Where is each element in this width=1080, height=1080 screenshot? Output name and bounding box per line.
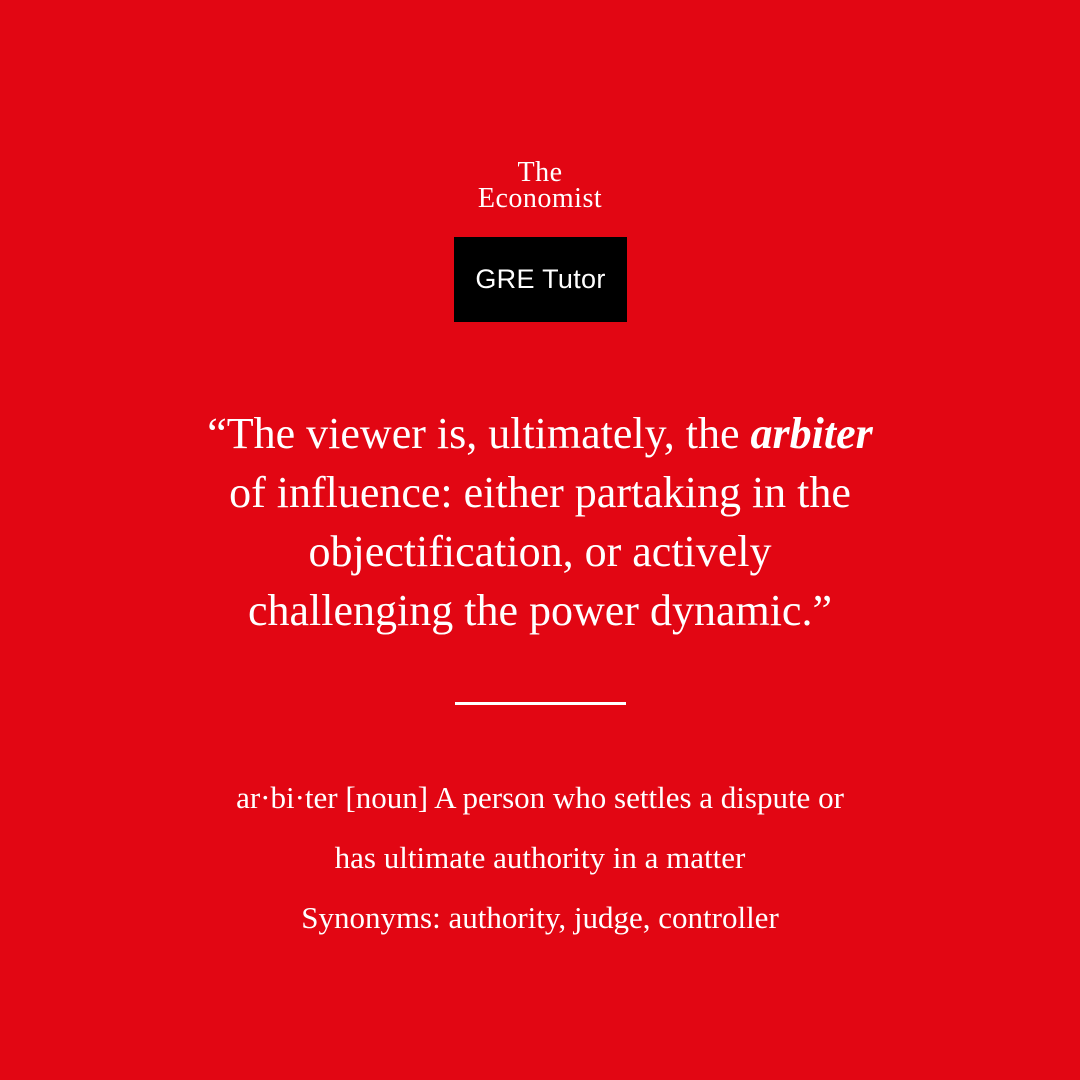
- gre-tutor-badge: GRE Tutor: [454, 237, 627, 322]
- quote-line-1: “The viewer is, ultimately, the arbiter: [90, 404, 990, 463]
- quote-line-3: objectification, or actively: [308, 527, 772, 576]
- quote-line-4: challenging the power dynamic.”: [247, 586, 832, 635]
- post-canvas: The Economist GRE Tutor “The viewer is, …: [0, 0, 1080, 1080]
- logo-line-economist: Economist: [477, 183, 603, 214]
- quote-line-2: of influence: either partaking in the: [229, 468, 851, 517]
- definition-line-2: has ultimate authority in a matter: [334, 840, 746, 875]
- quote-line-1-text: “The viewer is, ultimately, the: [207, 409, 751, 458]
- quote-block: “The viewer is, ultimately, the arbiter …: [90, 404, 990, 640]
- definition-block: ar·bi·ter [noun] A person who settles a …: [90, 768, 990, 948]
- divider-line: [455, 702, 626, 705]
- economist-logo: The Economist: [0, 159, 1080, 214]
- quote-keyword: arbiter: [750, 409, 873, 458]
- definition-line-1: ar·bi·ter [noun] A person who settles a …: [236, 780, 844, 815]
- synonyms-line: Synonyms: authority, judge, controller: [301, 900, 779, 935]
- badge-label: GRE Tutor: [475, 264, 606, 294]
